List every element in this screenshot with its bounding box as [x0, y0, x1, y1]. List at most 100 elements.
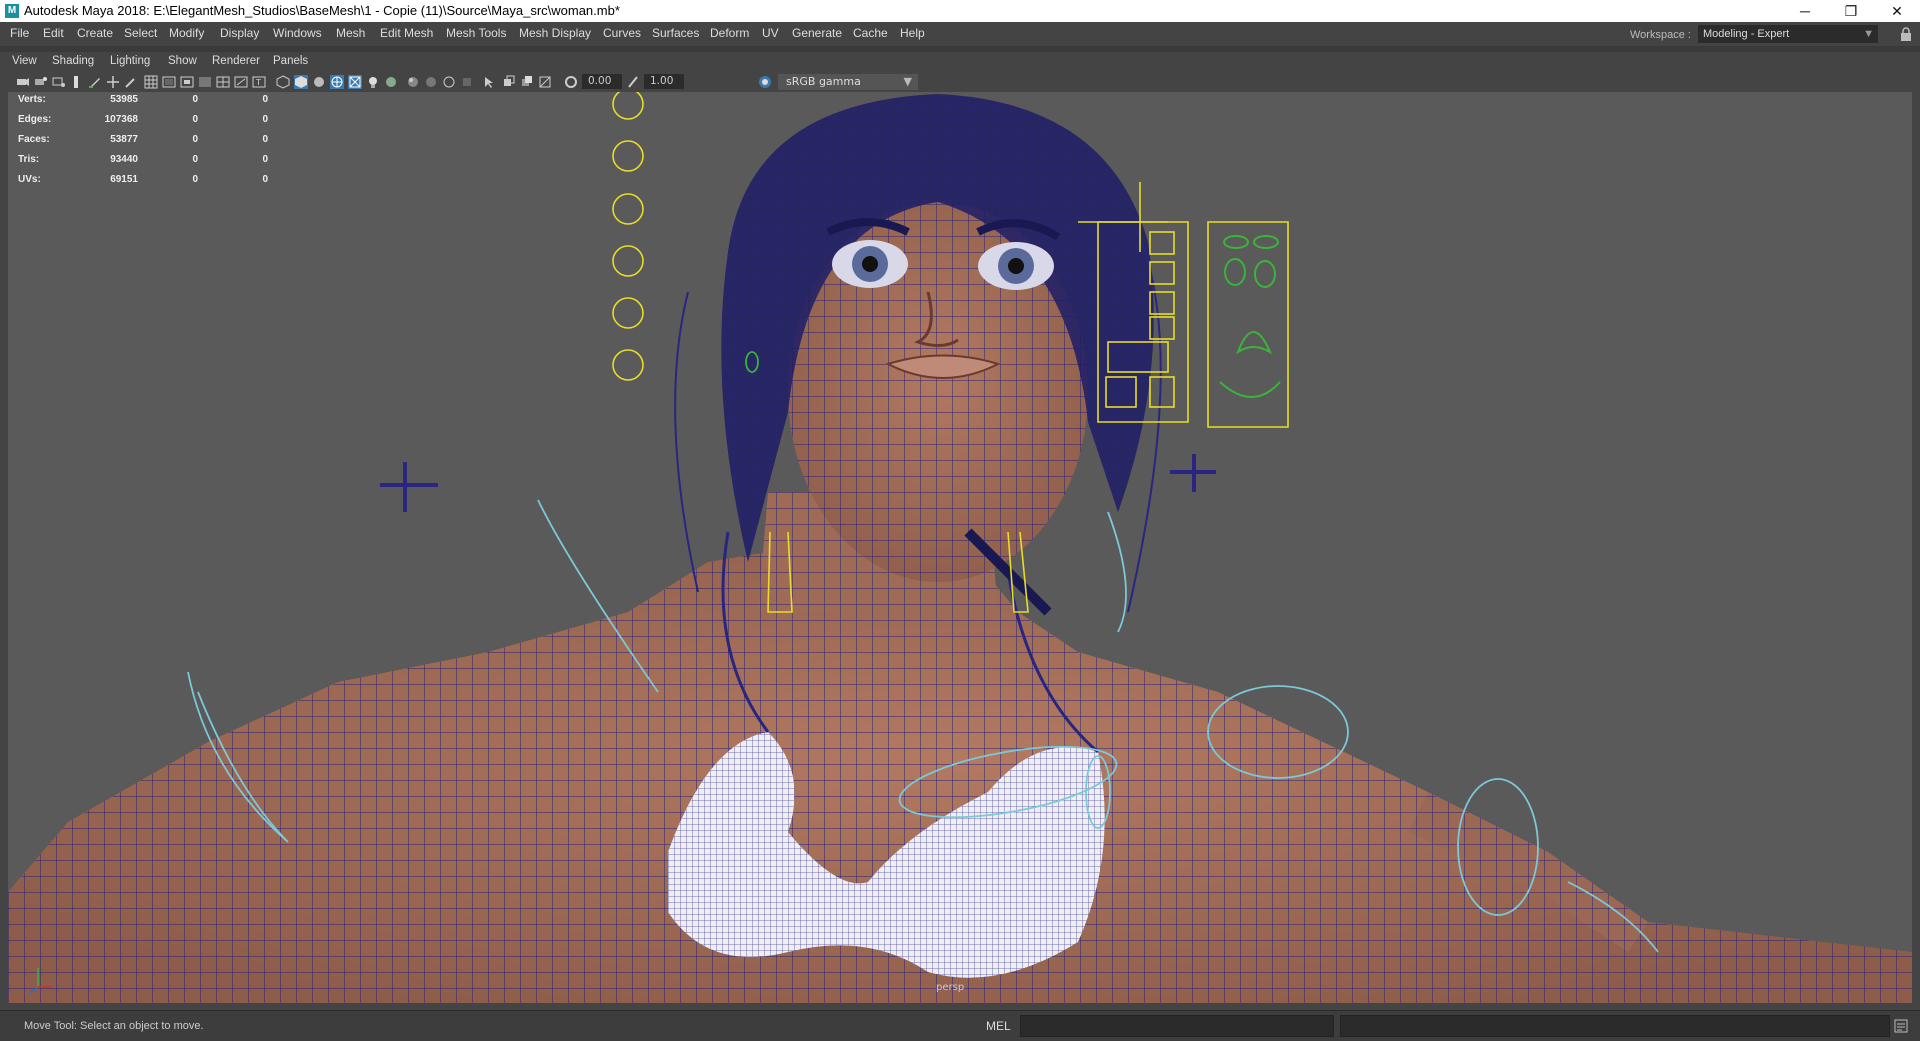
maya-app-icon: M — [5, 4, 19, 18]
default-material-icon[interactable] — [312, 75, 326, 89]
menu-cache[interactable]: Cache — [853, 26, 888, 40]
bookmark-icon[interactable] — [52, 75, 66, 89]
film-gate-icon[interactable] — [162, 75, 176, 89]
perspective-viewport[interactable]: Verts: 53985 0 0 Edges: 107368 0 0 Faces… — [8, 92, 1912, 1003]
smooth-shade-icon[interactable] — [294, 75, 308, 89]
two-d-pan-zoom-icon[interactable] — [106, 75, 120, 89]
panel-menu-lighting[interactable]: Lighting — [110, 55, 150, 67]
dropdown-arrow-icon: ▼ — [903, 75, 912, 88]
resolution-gate-icon[interactable] — [180, 75, 194, 89]
menu-modify[interactable]: Modify — [169, 26, 204, 40]
menu-uv[interactable]: UV — [762, 26, 779, 40]
hud-label: Tris: — [18, 154, 40, 165]
lock-icon[interactable] — [1900, 27, 1912, 41]
menu-help[interactable]: Help — [900, 26, 925, 40]
hud-value: 93440 — [110, 154, 138, 165]
panel-menu-panels[interactable]: Panels — [273, 55, 308, 67]
hud-value: 0 — [192, 114, 198, 125]
color-space-dropdown[interactable]: sRGB gamma ▼ — [778, 74, 918, 90]
command-result-field — [1340, 1015, 1890, 1037]
mel-toggle-button[interactable]: MEL — [986, 1019, 1011, 1033]
camera-select-icon[interactable] — [16, 75, 30, 89]
hud-value: 0 — [192, 94, 198, 105]
isolate-select-icon[interactable] — [482, 75, 496, 89]
title-bar: M Autodesk Maya 2018: E:\ElegantMesh_Stu… — [0, 0, 1920, 22]
grid-icon[interactable] — [144, 75, 158, 89]
pencil-icon[interactable] — [124, 75, 138, 89]
safe-title-icon[interactable]: T — [252, 75, 266, 89]
menu-windows[interactable]: Windows — [273, 26, 322, 40]
menu-surfaces[interactable]: Surfaces — [652, 26, 699, 40]
panel-menu-bar: View Shading Lighting Show Renderer Pane… — [8, 54, 1912, 72]
menu-mesh[interactable]: Mesh — [336, 26, 365, 40]
main-menu-bar: File Edit Create Select Modify Display W… — [0, 22, 1920, 46]
gate-mask-icon[interactable] — [198, 75, 212, 89]
command-line-input[interactable] — [1020, 1015, 1334, 1037]
safe-action-icon[interactable] — [234, 75, 248, 89]
maximize-button[interactable]: ❐ — [1828, 0, 1874, 22]
xray-active-icon[interactable] — [520, 75, 534, 89]
panel-menu-view[interactable]: View — [12, 55, 37, 67]
wireframe-on-shaded-icon[interactable] — [330, 75, 344, 89]
hud-label: Faces: — [18, 134, 50, 145]
svg-text:T: T — [255, 78, 261, 87]
backface-culling-icon[interactable] — [538, 75, 552, 89]
panel-menu-show[interactable]: Show — [168, 55, 197, 67]
menu-deform[interactable]: Deform — [710, 26, 749, 40]
xray-joints-icon[interactable] — [502, 75, 516, 89]
panel-menu-renderer[interactable]: Renderer — [212, 55, 260, 67]
menu-edit-mesh[interactable]: Edit Mesh — [380, 26, 433, 40]
workspace-label: Workspace : — [1630, 29, 1691, 41]
poly-count-hud: Verts: 53985 0 0 Edges: 107368 0 0 Faces… — [18, 94, 278, 194]
exposure-icon[interactable] — [564, 75, 578, 89]
color-space-value: sRGB gamma — [786, 75, 861, 88]
image-plane-icon[interactable] — [70, 75, 84, 89]
gamma-field[interactable]: 1.00 — [644, 74, 684, 89]
wireframe-icon[interactable] — [276, 75, 290, 89]
workspace-value: Modeling - Expert — [1703, 28, 1790, 40]
minimize-button[interactable]: ─ — [1782, 0, 1828, 22]
grease-pencil-icon[interactable] — [88, 75, 102, 89]
gamma-icon[interactable] — [626, 75, 640, 89]
hud-row-faces: Faces: 53877 0 0 — [18, 134, 278, 154]
xray-icon[interactable] — [348, 75, 362, 89]
camera-name-label: persp — [936, 982, 965, 993]
lights-icon[interactable] — [366, 75, 380, 89]
field-chart-icon[interactable] — [216, 75, 230, 89]
view-transform-icon[interactable] — [758, 75, 772, 89]
hud-value: 0 — [262, 154, 268, 165]
window-title: Autodesk Maya 2018: E:\ElegantMesh_Studi… — [24, 3, 620, 18]
depth-of-field-icon[interactable] — [460, 75, 474, 89]
motion-blur-icon[interactable] — [424, 75, 438, 89]
menu-mesh-display[interactable]: Mesh Display — [519, 26, 591, 40]
hud-row-edges: Edges: 107368 0 0 — [18, 114, 278, 134]
scene-render — [8, 92, 1912, 1003]
ambient-occlusion-icon[interactable] — [406, 75, 420, 89]
menu-create[interactable]: Create — [77, 26, 113, 40]
green-face-controls[interactable] — [1219, 235, 1281, 398]
hud-value: 0 — [192, 174, 198, 185]
help-line-text: Move Tool: Select an object to move. — [24, 1020, 204, 1032]
woman-mesh[interactable] — [8, 94, 1912, 1003]
menu-select[interactable]: Select — [124, 26, 157, 40]
shadows-icon[interactable] — [384, 75, 398, 89]
script-editor-icon[interactable] — [1894, 1019, 1908, 1033]
exposure-field[interactable]: 0.00 — [582, 74, 622, 89]
menu-display[interactable]: Display — [220, 26, 259, 40]
menu-file[interactable]: File — [10, 26, 29, 40]
menu-generate[interactable]: Generate — [792, 26, 842, 40]
menu-mesh-tools[interactable]: Mesh Tools — [446, 26, 506, 40]
hud-value: 0 — [262, 134, 268, 145]
close-button[interactable]: ✕ — [1874, 0, 1920, 22]
hud-value: 0 — [262, 94, 268, 105]
hud-row-tris: Tris: 93440 0 0 — [18, 154, 278, 174]
panel-menu-shading[interactable]: Shading — [52, 55, 94, 67]
menu-curves[interactable]: Curves — [603, 26, 641, 40]
anti-aliasing-icon[interactable] — [442, 75, 456, 89]
camera-attributes-icon[interactable] — [34, 75, 48, 89]
panel-toolbar: T 0.00 1.00 sRGB gamma ▼ — [8, 72, 1912, 92]
menu-edit[interactable]: Edit — [43, 26, 64, 40]
hud-value: 69151 — [110, 174, 138, 185]
workspace-dropdown[interactable]: Modeling - Expert ▼ — [1698, 25, 1878, 43]
hud-label: Verts: — [18, 94, 46, 105]
